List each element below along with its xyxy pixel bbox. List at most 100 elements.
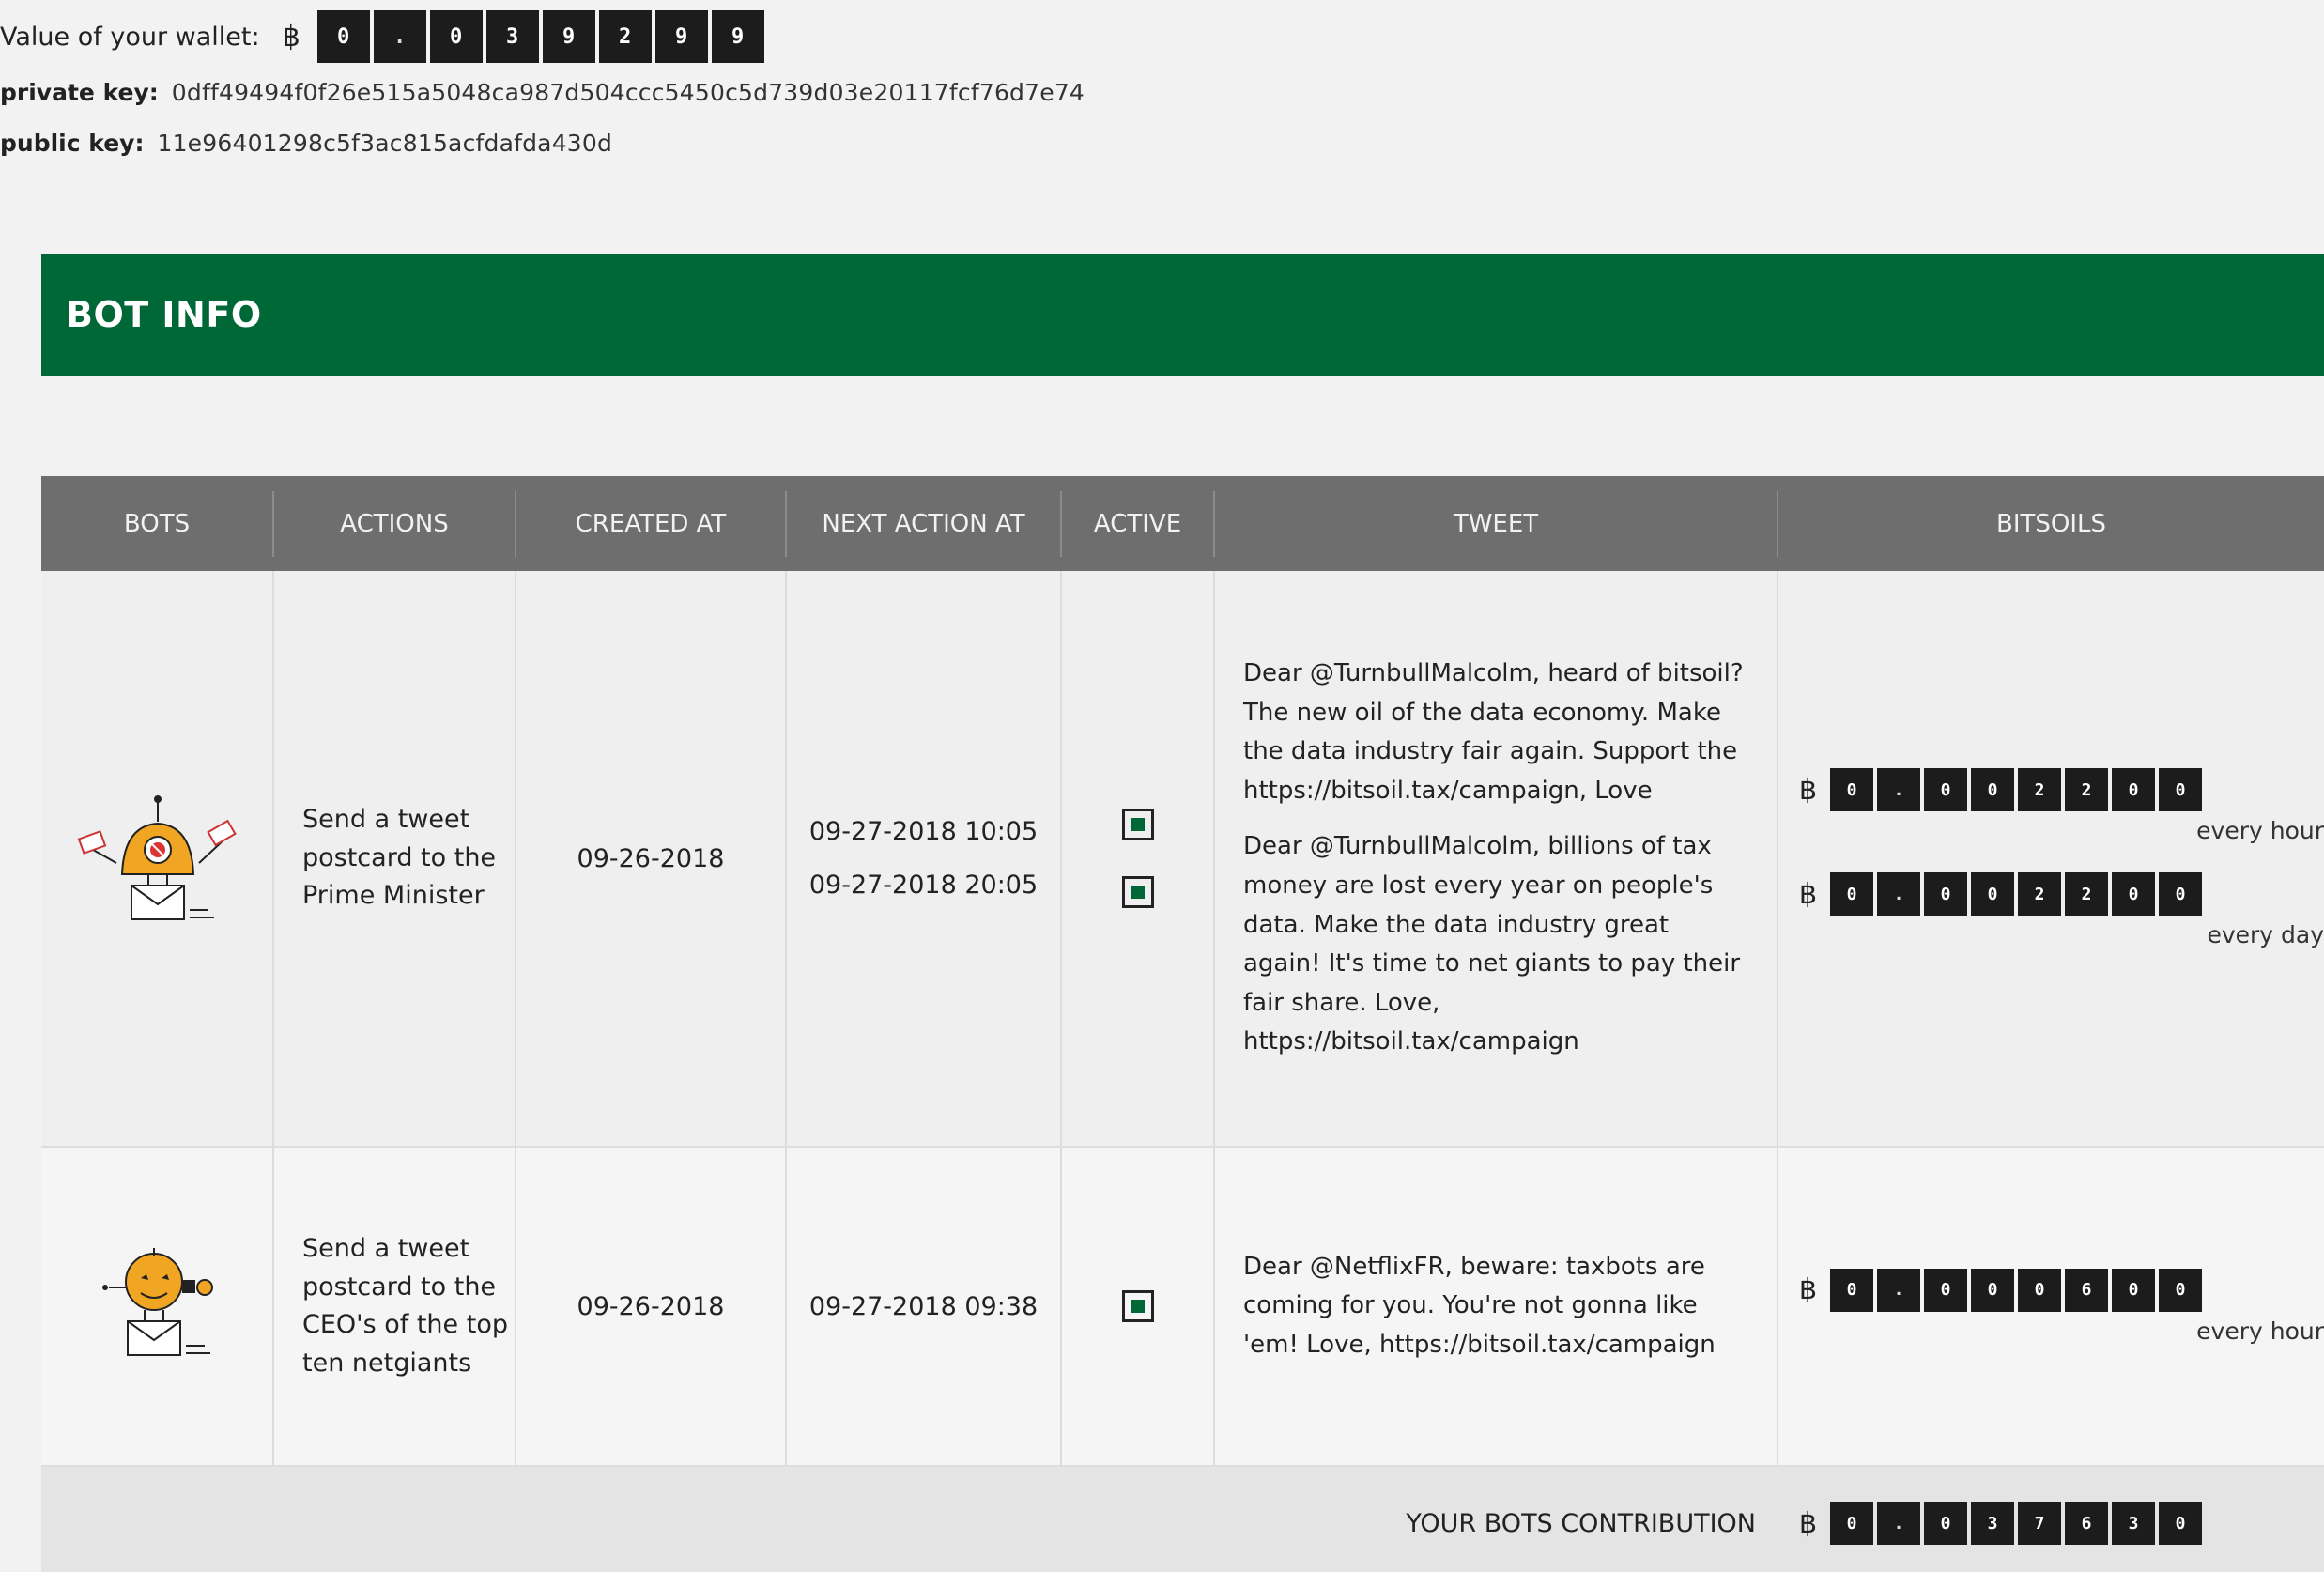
next-action-cell: 09-27-2018 10:05 09-27-2018 20:05 [787,571,1062,1146]
active-checkbox[interactable] [1121,809,1154,840]
bitsoil-digit-separator: . [1877,768,1921,811]
wallet-value-digits: 0 . 0 3 9 2 9 9 [316,10,764,63]
tweet-text: Dear @TurnbullMalcolm, heard of bitsoil?… [1243,659,1744,805]
tweet-text: Dear @NetflixFR, beware: taxbots are com… [1243,1252,1716,1359]
total-digit: 3 [2112,1502,2156,1545]
bitsoil-currency-icon: ฿ [1799,773,1818,807]
created-at-value: 09-26-2018 [577,843,725,873]
bitsoil-frequency: every day [2207,921,2324,948]
bitsoil-currency-icon: ฿ [282,20,300,54]
total-digit: 0 [2159,1502,2203,1545]
action-cell: Send a tweet postcard to the Prime Minis… [274,571,516,1146]
bot-avatar-cell [41,571,274,1146]
bitsoil-currency-icon: ฿ [1799,1273,1818,1306]
total-label: YOUR BOTS CONTRIBUTION [1406,1508,1756,1538]
column-header-actions: ACTIONS [274,490,516,557]
total-digit-separator: . [1877,1502,1921,1545]
flag-bot-icon [77,795,237,920]
column-header-tweet: TWEET [1215,490,1778,557]
bitsoil-amount: ฿ 0 . 0 0 2 2 0 0 [1799,872,2324,948]
column-header-bitsoils: BITSOILS [1995,509,2106,538]
wallet-digit: 9 [711,10,764,63]
bitsoil-digit: 2 [2018,872,2062,916]
public-key-label: public key: [0,130,145,157]
bots-table: BOTS ACTIONS CREATED AT NEXT ACTION AT A… [41,476,2324,1572]
action-cell: Send a tweet postcard to the CEO's of th… [274,1148,516,1465]
bitsoil-digit: 0 [1924,768,1968,811]
active-checkbox[interactable] [1121,876,1154,908]
bitsoil-digit: 0 [1924,1268,1968,1312]
bitsoil-amount: ฿ 0 . 0 0 0 6 0 0 every hour [1799,1268,2324,1345]
bitsoil-digit: 0 [1971,1268,2015,1312]
bitsoil-digit: 0 [2159,768,2203,811]
table-row: Send a tweet postcard to the Prime Minis… [41,571,2324,1148]
bitsoil-digit: 0 [2159,1268,2203,1312]
column-header-next-action-at: NEXT ACTION AT [787,490,1062,557]
bitsoil-digit: 0 [2112,872,2156,916]
total-digit: 0 [1924,1502,1968,1545]
bitsoil-digit: 2 [2018,768,2062,811]
column-header-created-at: CREATED AT [516,490,787,557]
bitsoil-digit: 0 [1924,872,1968,916]
bitsoil-digit: 0 [1971,768,2015,811]
wallet-digit: 0 [429,10,483,63]
total-digit: 3 [1971,1502,2015,1545]
bitsoil-digit: 0 [2112,1268,2156,1312]
bitsoil-digit: 0 [1830,1268,1874,1312]
bitsoils-cell: ฿ 0 . 0 0 2 2 0 0 every hour ฿ 0 . 0 0 2… [1778,571,2324,1146]
bitsoil-frequency: every hour [2196,817,2324,844]
private-key-row: private key: 0dff49494f0f26e515a5048ca98… [0,79,1085,106]
total-digit: 7 [2018,1502,2062,1545]
bitsoil-currency-icon: ฿ [1799,1506,1818,1540]
section-title: BOT INFO [66,294,262,335]
action-text: Send a tweet postcard to the CEO's of th… [302,1234,508,1378]
bot-avatar-cell [41,1148,274,1465]
public-key-value: 11e96401298c5f3ac815acfdafda430d [157,130,613,157]
bitsoil-digit-separator: . [1877,1268,1921,1312]
created-at-cell: 09-26-2018 [516,571,787,1146]
action-text: Send a tweet postcard to the Prime Minis… [302,805,497,911]
private-key-label: private key: [0,79,159,106]
created-at-cell: 09-26-2018 [516,1148,787,1465]
bot-info-header: BOT INFO [41,254,2324,376]
tweet-text: Dear @TurnbullMalcolm, billions of tax m… [1243,832,1741,1056]
column-header-active: ACTIVE [1062,490,1215,557]
total-bitsoils-cell: ฿ 0 . 0 3 7 6 3 0 [1778,1467,2324,1572]
active-checkbox[interactable] [1121,1290,1154,1322]
total-row: YOUR BOTS CONTRIBUTION ฿ 0 . 0 3 7 6 3 0 [41,1467,2324,1572]
total-bitsoil-amount: ฿ 0 . 0 3 7 6 3 0 [1799,1502,2324,1545]
bitsoil-amount: ฿ 0 . 0 0 2 2 0 0 [1799,768,2324,844]
wallet-digit: 2 [598,10,652,63]
wallet-digit: 3 [485,10,539,63]
column-header-bots: BOTS [41,490,274,557]
bitsoil-digit: 0 [2159,872,2203,916]
next-action-value: 09-27-2018 20:05 [808,871,1039,900]
wallet-digit-separator: . [373,10,426,63]
wallet-digit: 0 [316,10,370,63]
created-at-value: 09-26-2018 [577,1291,725,1321]
total-label-cell: YOUR BOTS CONTRIBUTION [41,1467,1778,1572]
next-action-value: 09-27-2018 09:38 [808,1291,1039,1321]
tweet-cell: Dear @TurnbullMalcolm, heard of bitsoil?… [1215,571,1778,1146]
bitsoil-digit-separator: . [1877,872,1921,916]
bitsoil-digit: 0 [1971,872,2015,916]
bitsoil-digit: 0 [1830,872,1874,916]
private-key-value: 0dff49494f0f26e515a5048ca987d504ccc5450c… [171,79,1085,106]
total-digit: 6 [2065,1502,2109,1545]
table-row: Send a tweet postcard to the CEO's of th… [41,1148,2324,1467]
bot-dashboard: Value of your wallet: ฿ 0 . 0 3 9 2 9 9 … [0,0,2324,1572]
bitsoil-digit: 2 [2065,768,2109,811]
wallet-digit: 9 [654,10,708,63]
bitsoil-digit: 2 [2065,872,2109,916]
wallet-digit: 9 [542,10,595,63]
bitsoil-currency-icon: ฿ [1799,877,1818,911]
wallet-value-row: Value of your wallet: ฿ 0 . 0 3 9 2 9 9 [0,8,764,66]
public-key-row: public key: 11e96401298c5f3ac815acfdafda… [0,130,612,157]
wallet-value-label: Value of your wallet: [0,22,260,52]
active-cell [1062,571,1215,1146]
bitsoil-digit: 0 [2112,768,2156,811]
bitsoil-digit: 0 [2018,1268,2062,1312]
active-cell [1062,1148,1215,1465]
bitsoil-frequency: every hour [2196,1317,2324,1345]
next-action-cell: 09-27-2018 09:38 [787,1148,1062,1465]
